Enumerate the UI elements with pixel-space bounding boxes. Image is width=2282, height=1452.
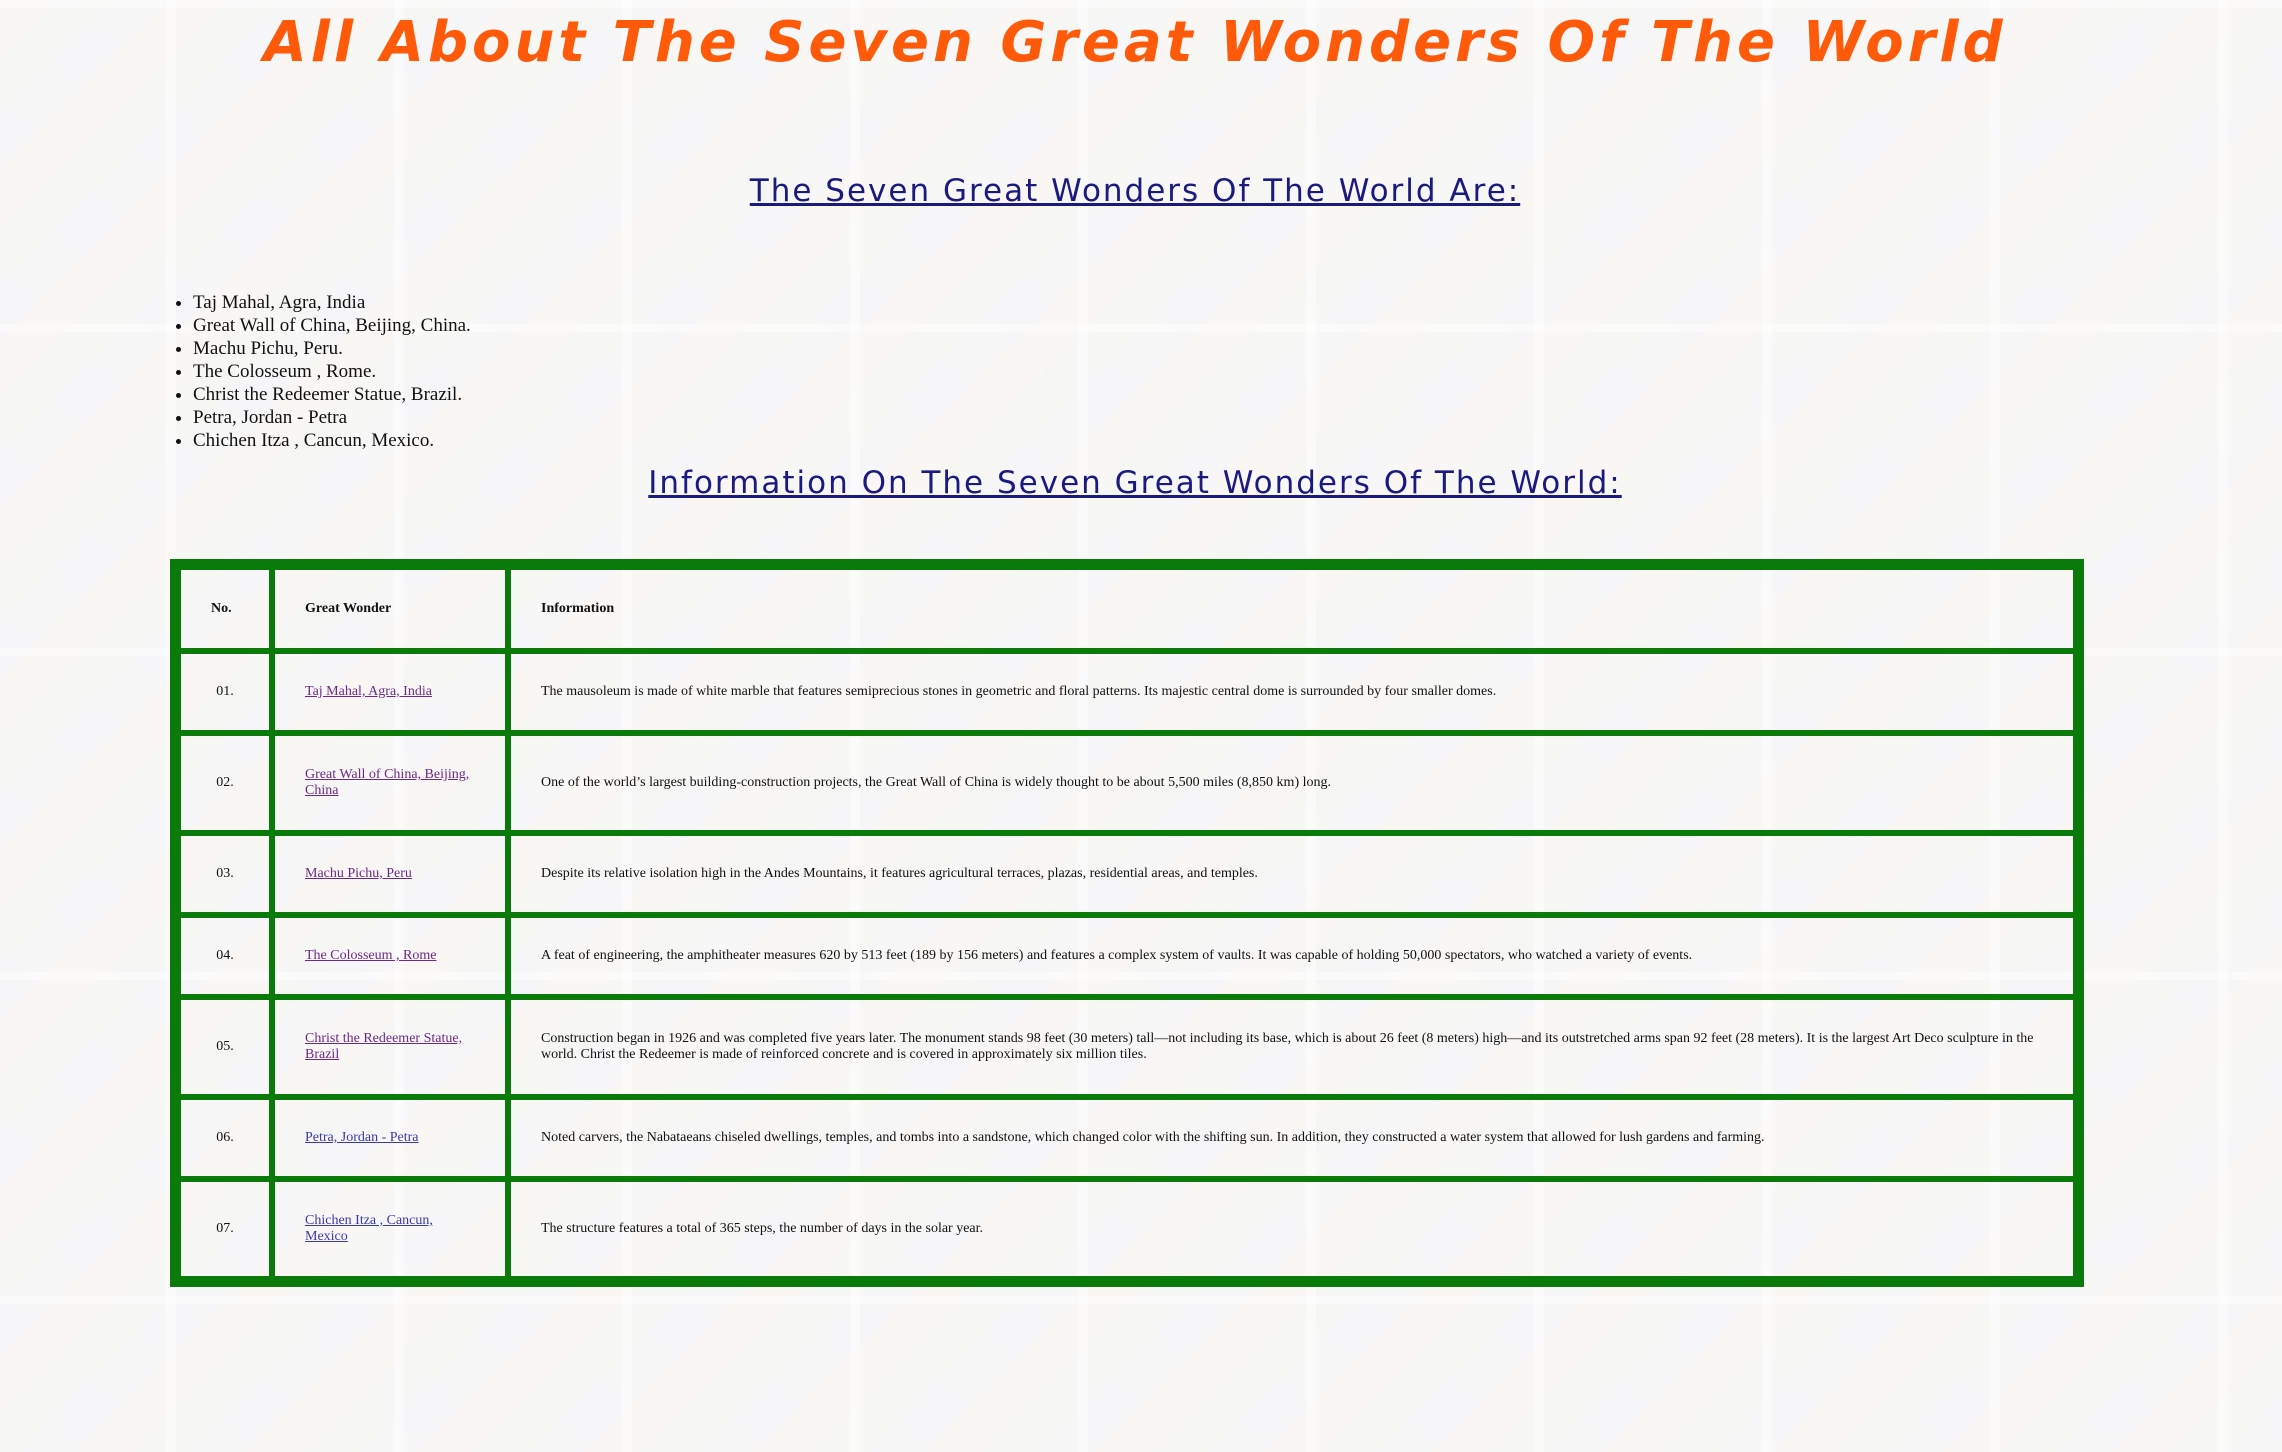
- information-heading: Information On The Seven Great Wonders O…: [648, 465, 1622, 501]
- table-row: 07. Chichen Itza , Cancun, Mexico The st…: [178, 1179, 2076, 1279]
- wonders-list: Taj Mahal, Agra, India Great Wall of Chi…: [170, 291, 2100, 452]
- info-cell: Construction began in 1926 and was compl…: [508, 997, 2076, 1097]
- wonder-link[interactable]: Great Wall of China, Beijing, China: [305, 767, 469, 798]
- row-number: 06.: [178, 1097, 272, 1179]
- wonder-cell: Great Wall of China, Beijing, China: [272, 733, 508, 833]
- table-row: 03. Machu Pichu, Peru Despite its relati…: [178, 833, 2076, 915]
- list-item: Taj Mahal, Agra, India: [193, 291, 2100, 314]
- info-cell: A feat of engineering, the amphitheater …: [508, 915, 2076, 997]
- wonder-link[interactable]: Chichen Itza , Cancun, Mexico: [305, 1213, 433, 1244]
- wonder-cell: The Colosseum , Rome: [272, 915, 508, 997]
- table-row: 05. Christ the Redeemer Statue, Brazil C…: [178, 997, 2076, 1097]
- info-cell: Despite its relative isolation high in t…: [508, 833, 2076, 915]
- table-row: 06. Petra, Jordan - Petra Noted carvers,…: [178, 1097, 2076, 1179]
- list-item: The Colosseum , Rome.: [193, 360, 2100, 383]
- info-cell: One of the world’s largest building-cons…: [508, 733, 2076, 833]
- list-item: Great Wall of China, Beijing, China.: [193, 314, 2100, 337]
- info-table-frame: No. Great Wonder Information 01. Taj Mah…: [170, 559, 2084, 1287]
- page-title: All About The Seven Great Wonders Of The…: [263, 10, 2007, 75]
- wonder-cell: Petra, Jordan - Petra: [272, 1097, 508, 1179]
- table-row: 02. Great Wall of China, Beijing, China …: [178, 733, 2076, 833]
- info-cell: The mausoleum is made of white marble th…: [508, 651, 2076, 733]
- wonder-link[interactable]: The Colosseum , Rome: [305, 948, 436, 963]
- row-number: 01.: [178, 651, 272, 733]
- row-number: 02.: [178, 733, 272, 833]
- list-item: Petra, Jordan - Petra: [193, 406, 2100, 429]
- list-item: Machu Pichu, Peru.: [193, 337, 2100, 360]
- wonder-cell: Machu Pichu, Peru: [272, 833, 508, 915]
- row-number: 05.: [178, 997, 272, 1097]
- row-number: 07.: [178, 1179, 272, 1279]
- wonder-link[interactable]: Taj Mahal, Agra, India: [305, 684, 432, 699]
- wonder-cell: Christ the Redeemer Statue, Brazil: [272, 997, 508, 1097]
- row-number: 03.: [178, 833, 272, 915]
- info-cell: Noted carvers, the Nabataeans chiseled d…: [508, 1097, 2076, 1179]
- wonder-link[interactable]: Petra, Jordan - Petra: [305, 1130, 419, 1145]
- table-header-row: No. Great Wonder Information: [178, 567, 2076, 651]
- header-information: Information: [508, 567, 2076, 651]
- header-no: No.: [178, 567, 272, 651]
- wonders-list-heading: The Seven Great Wonders Of The World Are…: [749, 173, 1521, 209]
- wonder-cell: Taj Mahal, Agra, India: [272, 651, 508, 733]
- wonder-link[interactable]: Christ the Redeemer Statue, Brazil: [305, 1031, 462, 1062]
- table-row: 04. The Colosseum , Rome A feat of engin…: [178, 915, 2076, 997]
- list-item: Christ the Redeemer Statue, Brazil.: [193, 383, 2100, 406]
- row-number: 04.: [178, 915, 272, 997]
- header-great-wonder: Great Wonder: [272, 567, 508, 651]
- table-row: 01. Taj Mahal, Agra, India The mausoleum…: [178, 651, 2076, 733]
- wonder-link[interactable]: Machu Pichu, Peru: [305, 866, 412, 881]
- main-content: All About The Seven Great Wonders Of The…: [170, 0, 2100, 1287]
- wonder-cell: Chichen Itza , Cancun, Mexico: [272, 1179, 508, 1279]
- info-cell: The structure features a total of 365 st…: [508, 1179, 2076, 1279]
- info-table: No. Great Wonder Information 01. Taj Mah…: [178, 567, 2076, 1279]
